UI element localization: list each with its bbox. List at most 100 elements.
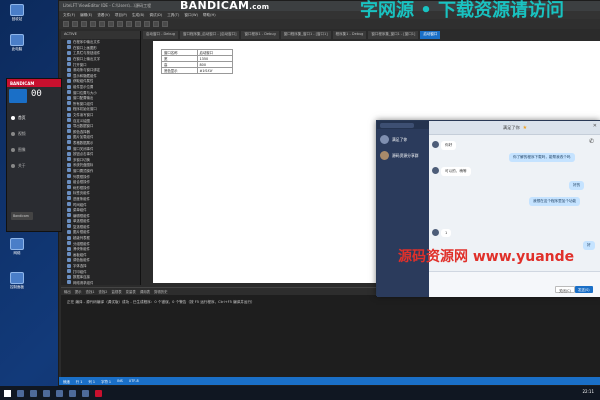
chat-contact-item[interactable]: 满足了你 — [380, 135, 407, 144]
status-item: INS — [117, 379, 123, 383]
chat-taskbar-icon[interactable] — [82, 389, 89, 397]
menu-project[interactable]: 项目(P) — [115, 13, 127, 18]
bandicam-nav-image[interactable]: 图像 — [11, 147, 26, 153]
output-tab[interactable]: 提示 — [75, 289, 82, 294]
file-icon — [67, 45, 71, 50]
output-tab[interactable]: 监视表 — [111, 289, 121, 294]
chat-contact-sidebar: 满足了你 源码资源分享群 — [377, 121, 429, 297]
windows-start-icon[interactable] — [4, 389, 11, 397]
project-tree-label: 进度条组件 — [73, 196, 90, 201]
file-icon — [67, 62, 71, 67]
output-tab[interactable]: 查找1 — [86, 289, 95, 294]
desktop-icon-control[interactable]: 控制面板 — [6, 272, 28, 298]
redo-icon[interactable] — [126, 21, 132, 27]
form-property-table[interactable]: 窗口名称 启动窗口宽 1350 高 800 底色显示 #1f1f1f — [161, 49, 233, 74]
editor-tab[interactable]: 窗口程序集_窗口1 - [窗口1] — [280, 31, 331, 39]
bandicam-taskbar-icon[interactable] — [95, 389, 102, 397]
output-tab[interactable]: 变量表 — [126, 289, 136, 294]
desktop-icon-label: 网络 — [13, 251, 21, 255]
menu-help[interactable]: 帮助(H) — [203, 13, 216, 18]
editor-tab[interactable]: 窗口程序1 - Debug — [241, 31, 279, 39]
editor-tab[interactable]: 窗口程序集_启动窗口 - [启动窗口] — [180, 31, 240, 39]
build-icon[interactable] — [153, 21, 159, 27]
avatar — [380, 135, 389, 144]
new-file-icon[interactable] — [63, 21, 69, 27]
menu-window[interactable]: 窗口(W) — [184, 13, 198, 18]
project-tree-label: 组件显示位置 — [73, 85, 94, 90]
desktop-icon-computer[interactable]: 此电脑 — [6, 34, 28, 60]
close-icon[interactable]: ✕ — [593, 123, 597, 129]
file-icon — [67, 56, 71, 61]
output-tab[interactable]: 输出 — [64, 289, 71, 294]
chat-search-bar[interactable] — [377, 121, 429, 129]
avatar — [432, 229, 439, 236]
screen-record-mode-icon[interactable] — [9, 89, 27, 103]
project-tree-label: 窗口配置输出 — [73, 96, 94, 101]
project-tree-label: 窗口关闭事件 — [73, 146, 94, 151]
project-tree-label: 在程序中输出文件 — [73, 40, 101, 45]
editor-tab[interactable]: 程序集1 - Debug — [332, 31, 367, 39]
editor-tab[interactable]: 启动窗口 - Debug — [143, 31, 178, 39]
output-tab[interactable]: 剪辑历史 — [154, 289, 168, 294]
menu-tools[interactable]: 工具(T) — [167, 13, 179, 18]
file-icon — [67, 157, 71, 162]
undo-icon[interactable] — [117, 21, 123, 27]
bandicam-brand: BANDICAM — [180, 0, 250, 12]
chat-send-button[interactable]: 发送(S) — [575, 286, 593, 293]
task-view-icon[interactable] — [30, 389, 37, 397]
project-tree-label: 复选框组件 — [73, 224, 90, 229]
output-tab[interactable]: 调用表 — [140, 289, 150, 294]
project-tree-label: 时间组件 — [73, 202, 87, 207]
phone-icon[interactable]: ✆ — [589, 138, 595, 145]
chat-input-area[interactable]: 关闭(C) 发送(S) — [429, 271, 600, 297]
taskbar-clock[interactable]: 22:11 — [582, 389, 594, 394]
bandicam-nav-about[interactable]: 关于 — [11, 163, 26, 169]
project-tree-label: 滑块条组件 — [73, 247, 90, 252]
taskbar: 22:11 — [0, 386, 600, 400]
file-icon — [67, 185, 71, 190]
desktop-icon-recycle[interactable]: 回收站 — [6, 4, 28, 30]
file-explorer-icon[interactable] — [56, 389, 63, 397]
chat-contact-item[interactable]: 源码资源分享群 — [380, 151, 419, 160]
chat-search-input[interactable] — [380, 122, 414, 128]
bandicam-title: BANDICAM — [7, 79, 61, 87]
desktop-icon-network[interactable]: 网络 — [6, 238, 28, 264]
chat-conversation: 满足了你 ★ ✕ ✆ 你好 你了解的程序下载吗，能帮我改个吗 可以的，稍等 好的 … — [429, 121, 600, 297]
file-icon — [67, 84, 71, 89]
output-tab[interactable]: 查找2 — [99, 289, 108, 294]
menu-file[interactable]: 文件(F) — [63, 13, 75, 18]
open-file-icon[interactable] — [72, 21, 78, 27]
bandicam-nav-video[interactable]: 视频 — [11, 131, 26, 137]
bandicam-footer[interactable]: Bandicam — [11, 212, 33, 220]
watermark-text: 源码资源网 — [398, 249, 468, 265]
file-icon — [67, 90, 71, 95]
chat-close-button[interactable]: 关闭(C) — [555, 286, 575, 293]
editor-tab-active[interactable]: 启动窗口 — [420, 31, 441, 39]
file-icon — [67, 257, 71, 262]
output-text: 正在 编译 - 源代码编译（调试版）成功 - 已生成程序：0 个错误，0 个警告… — [67, 300, 255, 304]
chat-message: 可以的，稍等 — [441, 167, 471, 176]
editor-tab[interactable]: 窗口程序集_窗口1 - [窗口1] — [368, 31, 419, 39]
property-name: 底色显示 — [161, 67, 198, 74]
save-icon[interactable] — [81, 21, 87, 27]
file-icon — [67, 174, 71, 179]
bandicam-nav-home[interactable]: 首页 — [11, 115, 26, 121]
copy-icon[interactable] — [99, 21, 105, 27]
menu-debug[interactable]: 调试(D) — [149, 13, 162, 18]
file-icon — [67, 73, 71, 78]
file-icon — [67, 106, 71, 111]
project-tree-label: 在窗口上画图形 — [73, 45, 97, 50]
browser-icon[interactable] — [43, 389, 50, 397]
menu-view[interactable]: 查看(V) — [97, 13, 109, 18]
file-icon — [67, 196, 71, 201]
menu-edit[interactable]: 编辑(E) — [80, 13, 92, 18]
run-icon[interactable] — [135, 21, 141, 27]
menu-build[interactable]: 生成(B) — [132, 13, 144, 18]
debug-icon[interactable] — [162, 21, 168, 27]
property-value[interactable]: #1f1f1f — [196, 67, 233, 74]
stop-icon[interactable] — [144, 21, 150, 27]
paste-icon[interactable] — [108, 21, 114, 27]
ide-taskbar-icon[interactable] — [69, 389, 76, 397]
search-icon[interactable] — [17, 389, 24, 397]
cut-icon[interactable] — [90, 21, 96, 27]
